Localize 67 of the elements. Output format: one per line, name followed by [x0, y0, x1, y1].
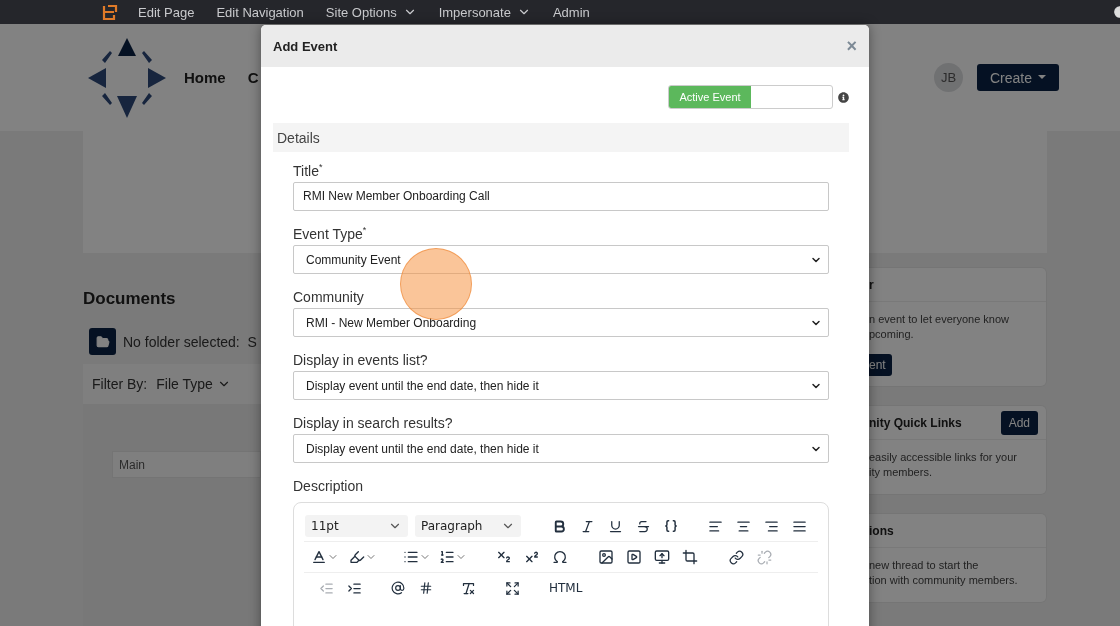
- image-icon: [598, 549, 614, 566]
- top-menu-item[interactable]: Site Options: [325, 4, 417, 20]
- clear-formatting-icon: [460, 580, 476, 596]
- top-menu-item[interactable]: Impersonate: [438, 4, 531, 20]
- add-button[interactable]: Add: [1000, 410, 1038, 435]
- field-label: Display in search results?: [293, 415, 454, 432]
- field-label: Event Type$^{*}$: [293, 225, 368, 243]
- nav-link[interactable]: Home: [184, 69, 226, 86]
- top-menu-item[interactable]: Admin: [552, 4, 590, 20]
- block-format-select[interactable]: Paragraph: [415, 515, 521, 538]
- upload-icon: [654, 549, 670, 566]
- top-menu-item[interactable]: Edit Page: [138, 4, 195, 20]
- highlighter-icon: [349, 549, 365, 566]
- font-size-select[interactable]: 11pt: [305, 515, 408, 538]
- folder-icon: [95, 334, 110, 349]
- fullscreen-icon: [504, 580, 520, 596]
- unlink-icon: [756, 549, 772, 565]
- indent-icon: [346, 580, 362, 596]
- card-title: ions: [869, 523, 894, 538]
- card-text: n event to let everyone know pcoming.: [869, 312, 1011, 342]
- media-icon: [626, 549, 642, 566]
- strikethrough-icon: [635, 518, 651, 534]
- field-label: Community: [293, 289, 365, 306]
- code-icon: [664, 519, 678, 534]
- filter-dropdown[interactable]: File Type: [156, 376, 231, 392]
- mention-icon: [391, 581, 405, 596]
- select-field[interactable]: Display event until the end date, then hide it: [293, 371, 829, 401]
- select-field[interactable]: RMI - New Member Onboarding: [293, 308, 829, 338]
- html-button[interactable]: HTML: [547, 575, 585, 602]
- outdent-icon: [318, 580, 334, 596]
- link-icon: [728, 549, 744, 565]
- field-label: Description: [293, 478, 365, 495]
- align-right-icon: [763, 518, 779, 534]
- top-menu-item[interactable]: Edit Navigation: [216, 4, 304, 20]
- select-field[interactable]: Display event until the end date, then hide it: [293, 434, 829, 464]
- numbered-list-icon: [439, 549, 455, 566]
- text-color-icon: [311, 549, 327, 566]
- align-center-icon: [735, 518, 751, 534]
- italic-icon: [579, 518, 595, 534]
- justify-icon: [791, 518, 807, 534]
- folder-button[interactable]: [89, 328, 116, 355]
- filter-label: Filter By:: [92, 376, 148, 392]
- create-button[interactable]: Create: [976, 64, 1059, 91]
- card-text: easily accessible links for your ity members.: [869, 450, 1018, 480]
- folder-status: No folder selected: S: [123, 333, 257, 350]
- info-icon: [838, 91, 849, 103]
- field-label: Title$^{*}$: [293, 162, 324, 179]
- caret-icon: [1038, 75, 1046, 80]
- field-label: Display in events list?: [293, 352, 429, 369]
- omega-icon: [552, 549, 568, 566]
- nav-link[interactable]: C: [247, 69, 259, 86]
- card-button[interactable]: ent: [869, 354, 892, 376]
- align-left-icon: [707, 518, 723, 534]
- card-title: r: [869, 277, 874, 292]
- underline-icon: [607, 518, 623, 534]
- hashtag-icon: [419, 581, 433, 596]
- section-title: Documents: [83, 289, 177, 309]
- crop-icon: [682, 549, 698, 566]
- card-title: nity Quick Links: [869, 415, 962, 430]
- select-field[interactable]: Community Event: [293, 245, 829, 275]
- card-text: new thread to start the tion with community members.: [869, 558, 1019, 588]
- logo-icon[interactable]: [100, 3, 118, 21]
- dialog-title: Add Event: [273, 38, 338, 54]
- section-header: Details: [273, 123, 849, 152]
- folder-item[interactable]: Main: [112, 451, 261, 478]
- text-field[interactable]: RMI New Member Onboarding Call: [293, 181, 829, 211]
- rich-text-editor[interactable]: 11pt Paragraph HTML: [293, 502, 829, 626]
